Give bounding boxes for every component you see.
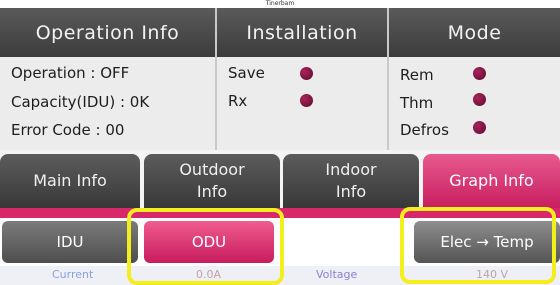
idu-button[interactable]: IDU xyxy=(2,221,138,263)
tab-graph-info[interactable]: Graph Info xyxy=(423,154,560,208)
installation-panel: Save Rx xyxy=(217,57,387,150)
mode-header: Mode xyxy=(389,8,560,57)
error-code: Error Code : 00 xyxy=(11,121,125,139)
save-label: Save xyxy=(228,64,265,82)
save-indicator-icon xyxy=(300,67,313,80)
mode-panel: Rem Thm Defros xyxy=(389,57,560,150)
operation-status: Operation : OFF xyxy=(11,64,130,82)
odu-highlight-box xyxy=(127,208,284,285)
operation-info-panel: Operation : OFF Capacity(IDU) : 0K Error… xyxy=(0,57,215,150)
defros-indicator-icon xyxy=(473,121,486,134)
rem-label: Rem xyxy=(400,66,434,84)
tab-indoor-info-label: Indoor Info xyxy=(325,160,377,201)
thm-indicator-icon xyxy=(473,93,486,106)
operation-info-header: Operation Info xyxy=(0,8,215,57)
installation-header: Installation xyxy=(217,8,387,57)
voltage-label: Voltage xyxy=(316,268,358,281)
capacity-value: Capacity(IDU) : 0K xyxy=(11,93,150,111)
rx-label: Rx xyxy=(228,92,248,110)
rx-indicator-icon xyxy=(300,94,313,107)
elec-temp-highlight-box xyxy=(400,207,556,284)
tab-outdoor-info-label: Outdoor Info xyxy=(179,160,245,201)
tab-indoor-info[interactable]: Indoor Info xyxy=(283,154,419,208)
rem-indicator-icon xyxy=(473,67,486,80)
tab-main-info[interactable]: Main Info xyxy=(0,154,140,208)
defros-label: Defros xyxy=(400,121,449,139)
current-label: Current xyxy=(52,268,94,281)
window-title: Tinerbam xyxy=(265,0,295,7)
tab-outdoor-info[interactable]: Outdoor Info xyxy=(144,154,280,208)
thm-label: Thm xyxy=(400,94,434,112)
